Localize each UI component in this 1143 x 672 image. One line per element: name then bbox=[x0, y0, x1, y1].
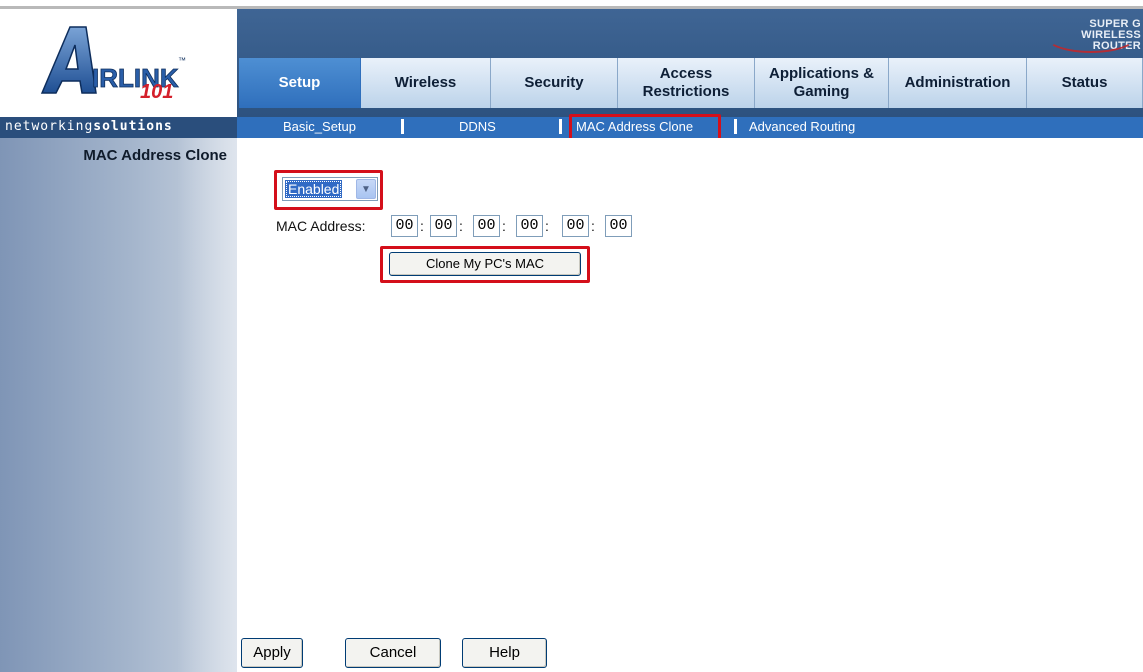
select-value: Enabled bbox=[285, 180, 343, 198]
logo-number: 101 bbox=[140, 81, 174, 103]
sidebar: MAC Address Clone bbox=[0, 138, 237, 672]
mac-colon: : bbox=[545, 218, 549, 234]
tab-applications-gaming[interactable]: Applications & Gaming bbox=[755, 58, 889, 108]
top-rule bbox=[0, 0, 1143, 9]
subnav-separator bbox=[559, 119, 562, 134]
subnav-separator bbox=[401, 119, 404, 134]
mac-octet-5[interactable]: 00 bbox=[562, 215, 589, 237]
mac-address-label: MAC Address: bbox=[276, 218, 366, 234]
tagline-prefix: networking bbox=[5, 119, 94, 134]
cancel-button[interactable]: Cancel bbox=[345, 638, 441, 668]
mac-colon: : bbox=[459, 218, 463, 234]
tab-setup[interactable]: Setup bbox=[239, 58, 361, 108]
mac-octet-6[interactable]: 00 bbox=[605, 215, 632, 237]
subnav-advanced-routing[interactable]: Advanced Routing bbox=[749, 119, 855, 134]
sidebar-stripe bbox=[177, 138, 237, 672]
tab-status[interactable]: Status bbox=[1027, 58, 1143, 108]
mac-octet-1[interactable]: 00 bbox=[391, 215, 418, 237]
main-tabs: Setup Wireless Security Access Restrictio… bbox=[239, 58, 1143, 108]
help-button[interactable]: Help bbox=[462, 638, 547, 668]
mac-octet-4[interactable]: 00 bbox=[516, 215, 543, 237]
tab-access-restrictions[interactable]: Access Restrictions bbox=[618, 58, 755, 108]
mac-colon: : bbox=[502, 218, 506, 234]
tagline-suffix: solutions bbox=[93, 119, 173, 134]
chevron-down-icon[interactable]: ▼ bbox=[356, 179, 376, 199]
super-g-badge: SUPER G WIRELESS ROUTER bbox=[1041, 19, 1141, 53]
clone-my-pc-mac-button[interactable]: Clone My PC's MAC bbox=[389, 252, 581, 276]
tab-administration[interactable]: Administration bbox=[889, 58, 1027, 108]
mac-octet-2[interactable]: 00 bbox=[430, 215, 457, 237]
svg-text:™: ™ bbox=[178, 56, 186, 65]
mac-colon: : bbox=[591, 218, 595, 234]
tab-security[interactable]: Security bbox=[491, 58, 618, 108]
mac-colon: : bbox=[420, 218, 424, 234]
section-title: MAC Address Clone bbox=[83, 147, 227, 164]
subnav-separator bbox=[734, 119, 737, 134]
tagline: networkingsolutions bbox=[5, 119, 173, 134]
subnav-basic-setup[interactable]: Basic_Setup bbox=[283, 119, 356, 134]
subnav-ddns[interactable]: DDNS bbox=[459, 119, 496, 134]
tab-wireless[interactable]: Wireless bbox=[361, 58, 491, 108]
tagline-bar: networkingsolutions bbox=[0, 117, 237, 138]
mac-octet-3[interactable]: 00 bbox=[473, 215, 500, 237]
apply-button[interactable]: Apply bbox=[241, 638, 303, 668]
mac-clone-mode-select[interactable]: Enabled ▼ bbox=[282, 177, 378, 201]
router-admin-page: IRLINK ™ 101 networkingsolutions SUPER G… bbox=[0, 0, 1143, 672]
content-area bbox=[237, 138, 1143, 672]
logo-panel: IRLINK ™ 101 bbox=[0, 9, 237, 117]
swoosh-icon bbox=[1045, 19, 1137, 53]
